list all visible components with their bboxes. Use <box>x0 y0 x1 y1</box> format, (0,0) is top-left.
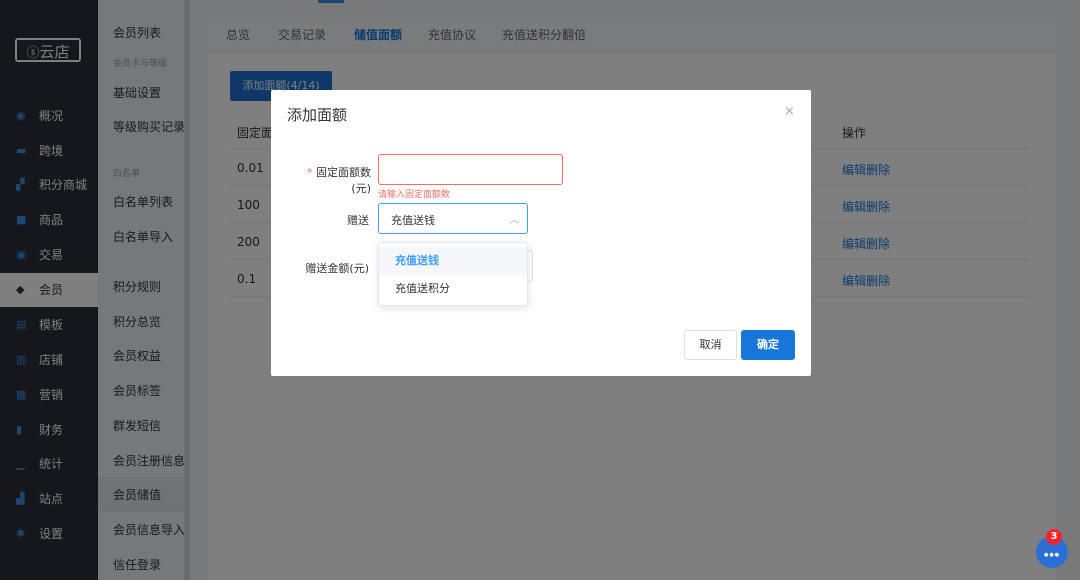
cancel-button[interactable]: 取消 <box>684 330 737 360</box>
gift-label: 赠送 <box>347 214 369 227</box>
dialog-title: 添加面额 <box>287 106 348 124</box>
required-mark: * <box>307 166 313 179</box>
gift-type-dropdown: 充值送钱 充值送积分 <box>378 242 528 306</box>
amount-error-message: 请输入固定面额数 <box>378 190 451 200</box>
chat-bubble-icon: ●●● <box>1043 552 1061 558</box>
gift-amount-label: 赠送金额(元) <box>305 262 369 275</box>
amount-label: * 固定面额数(元) <box>307 166 371 195</box>
notification-badge: 3 <box>1046 529 1062 545</box>
add-amount-dialog: 添加面额 × * 固定面额数(元) 请输入固定面额数 赠送 充值送钱 ︿ 赠送金… <box>271 90 811 376</box>
chevron-up-icon: ︿ <box>509 215 519 226</box>
confirm-button[interactable]: 确定 <box>741 330 795 360</box>
dropdown-option-recharge-points[interactable]: 充值送积分 <box>379 275 527 303</box>
amount-input[interactable] <box>378 154 563 185</box>
gift-type-select[interactable]: 充值送钱 ︿ <box>378 203 528 234</box>
gift-type-selected-value: 充值送钱 <box>391 214 435 227</box>
dropdown-option-recharge-money[interactable]: 充值送钱 <box>379 247 527 275</box>
close-icon[interactable]: × <box>784 104 795 119</box>
